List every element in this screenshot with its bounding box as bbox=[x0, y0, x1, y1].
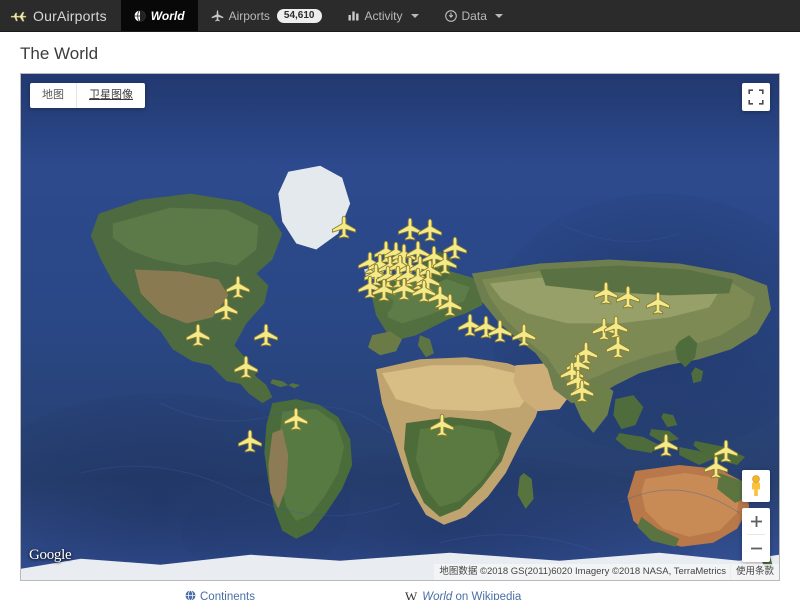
map-satellite-imagery bbox=[21, 74, 779, 581]
chevron-down-icon bbox=[495, 14, 503, 18]
brand-logo[interactable]: OurAirports bbox=[0, 0, 121, 31]
page-title: The World bbox=[0, 32, 800, 73]
airport-marker[interactable] bbox=[605, 335, 631, 364]
airport-marker[interactable] bbox=[185, 323, 211, 352]
nav-label-data: Data bbox=[462, 9, 487, 23]
page-footer: Continents W World on Wikipedia bbox=[0, 581, 800, 600]
street-view-pegman-button[interactable] bbox=[742, 470, 770, 502]
brand-label: OurAirports bbox=[33, 8, 107, 24]
airplane-side-icon bbox=[10, 9, 27, 23]
nav-label-airports: Airports bbox=[229, 9, 270, 23]
map-type-control[interactable]: 地图 卫星图像 bbox=[30, 83, 145, 108]
nav-label-world: World bbox=[151, 9, 185, 23]
airport-marker[interactable] bbox=[615, 285, 641, 314]
wikipedia-link[interactable]: World on Wikipedia bbox=[422, 591, 521, 600]
airport-marker[interactable] bbox=[645, 291, 671, 320]
map-attribution: 地图数据 ©2018 GS(2011)6020 Imagery ©2018 NA… bbox=[434, 564, 779, 580]
nav-item-data[interactable]: Data bbox=[432, 0, 516, 31]
minus-icon bbox=[750, 542, 763, 555]
chevron-down-icon bbox=[411, 14, 419, 18]
airport-marker[interactable] bbox=[429, 413, 455, 442]
fullscreen-icon bbox=[748, 89, 764, 105]
airport-marker[interactable] bbox=[487, 319, 513, 348]
airport-marker[interactable] bbox=[569, 379, 595, 408]
airport-marker[interactable] bbox=[331, 215, 357, 244]
airport-marker[interactable] bbox=[213, 297, 239, 326]
zoom-control[interactable] bbox=[742, 508, 770, 562]
airports-count-badge: 54,610 bbox=[277, 9, 322, 23]
nav-item-airports[interactable]: Airports 54,610 bbox=[198, 0, 335, 31]
nav-label-activity: Activity bbox=[365, 9, 403, 23]
wikipedia-w-icon: W bbox=[405, 589, 417, 600]
airport-marker[interactable] bbox=[237, 429, 263, 458]
zoom-in-button[interactable] bbox=[742, 508, 770, 535]
pegman-icon bbox=[748, 475, 764, 497]
nav-item-world[interactable]: World bbox=[121, 0, 198, 31]
zoom-out-button[interactable] bbox=[742, 535, 770, 562]
wikipedia-link-suffix: on Wikipedia bbox=[452, 591, 521, 600]
globe-icon bbox=[134, 10, 146, 22]
fullscreen-button[interactable] bbox=[742, 83, 770, 111]
airport-marker[interactable] bbox=[703, 455, 729, 484]
bar-chart-icon bbox=[348, 10, 360, 21]
download-icon bbox=[445, 10, 457, 22]
google-logo: Google bbox=[29, 547, 71, 564]
airplane-icon bbox=[211, 9, 224, 22]
airport-marker[interactable] bbox=[233, 355, 259, 384]
airport-marker[interactable] bbox=[511, 323, 537, 352]
map-type-satellite-button[interactable]: 卫星图像 bbox=[76, 83, 145, 108]
map-container[interactable]: 地图 卫星图像 G bbox=[20, 73, 780, 581]
plus-icon bbox=[750, 515, 763, 528]
terms-of-use-link[interactable]: 使用条款 bbox=[731, 564, 779, 580]
attribution-text: 地图数据 ©2018 GS(2011)6020 Imagery ©2018 NA… bbox=[434, 564, 730, 580]
wikipedia-link-subject: World bbox=[422, 591, 452, 600]
globe-icon bbox=[185, 588, 196, 600]
map-type-roadmap-button[interactable]: 地图 bbox=[30, 83, 76, 108]
airport-marker[interactable] bbox=[283, 407, 309, 436]
continents-link[interactable]: Continents bbox=[200, 591, 255, 600]
airport-marker[interactable] bbox=[253, 323, 279, 352]
top-navbar: OurAirports World Airports 54,610 bbox=[0, 0, 800, 32]
nav-item-activity[interactable]: Activity bbox=[335, 0, 432, 31]
airport-marker[interactable] bbox=[653, 433, 679, 462]
